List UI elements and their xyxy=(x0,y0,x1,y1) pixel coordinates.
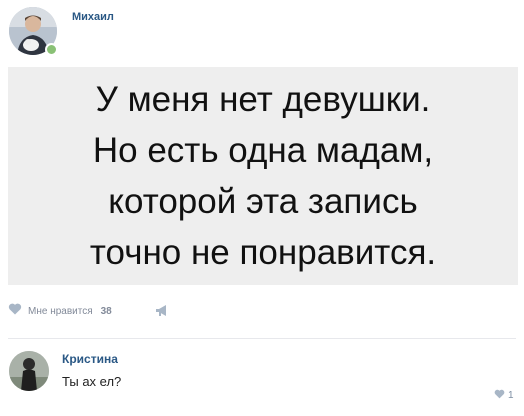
comments-divider xyxy=(8,338,516,339)
comment: Кристина Ты ах ел? 1 xyxy=(0,345,524,416)
commenter-name[interactable]: Кристина xyxy=(62,352,118,366)
image-text-line: У меня нет девушки. xyxy=(95,80,431,119)
image-text-line: которой эта запись xyxy=(108,182,418,221)
image-text-line: точно не понравится. xyxy=(89,233,437,272)
post-image-text: У меня нет девушки. Но есть одна мадам, … xyxy=(90,74,436,278)
heart-icon xyxy=(8,302,22,320)
like-count: 38 xyxy=(100,305,112,317)
post-actions: Мне нравится 38 xyxy=(0,300,524,324)
share-button[interactable] xyxy=(155,304,169,322)
post-author-name[interactable]: Михаил xyxy=(72,11,114,23)
online-indicator xyxy=(45,43,58,56)
heart-icon xyxy=(494,386,505,404)
comment-like-count: 1 xyxy=(508,389,514,401)
post-header: Михаил xyxy=(0,0,524,62)
like-button[interactable]: Мне нравится 38 xyxy=(8,300,112,322)
comment-text: Ты ах ел? xyxy=(62,374,122,389)
megaphone-icon xyxy=(155,304,169,321)
post-image[interactable]: У меня нет девушки. Но есть одна мадам, … xyxy=(8,67,518,285)
comment-like-button[interactable]: 1 xyxy=(494,388,514,402)
image-text-line: Но есть одна мадам, xyxy=(92,131,434,170)
commenter-avatar[interactable] xyxy=(9,351,49,391)
like-label: Мне нравится xyxy=(28,305,93,317)
